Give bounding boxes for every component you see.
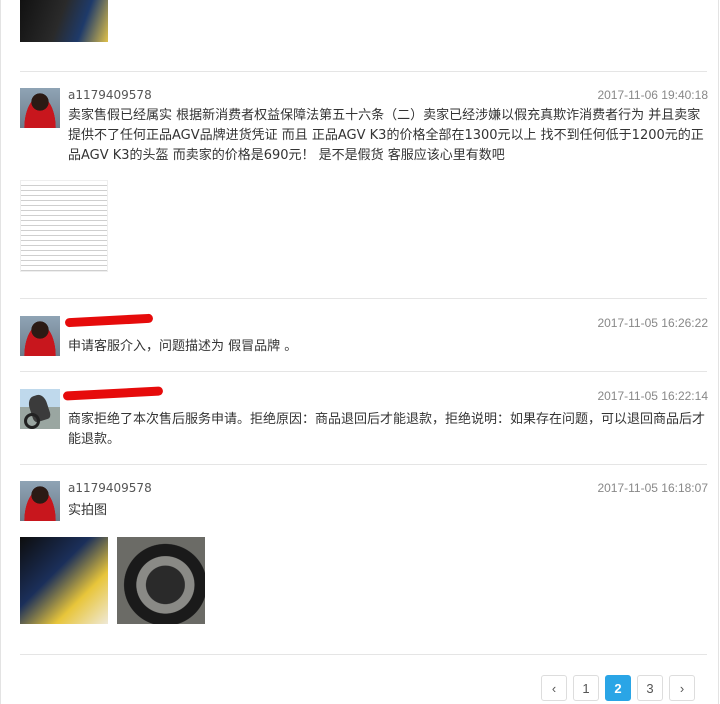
avatar-buyer[interactable] xyxy=(20,316,60,356)
attachment-image-previous[interactable] xyxy=(20,0,108,42)
divider xyxy=(20,371,707,372)
next-page-button[interactable]: › xyxy=(669,675,695,701)
page-1-button[interactable]: 1 xyxy=(573,675,599,701)
attachment-photo-helmet-interior[interactable] xyxy=(117,537,205,624)
username: a1179409578 xyxy=(68,481,152,495)
divider xyxy=(20,464,707,465)
avatar-buyer[interactable] xyxy=(20,88,60,128)
timestamp: 2017-11-05 16:26:22 xyxy=(597,316,708,330)
page-3-button[interactable]: 3 xyxy=(637,675,663,701)
username: a1179409578 xyxy=(68,88,152,102)
divider xyxy=(20,71,707,72)
divider xyxy=(20,298,707,299)
timestamp: 2017-11-06 19:40:18 xyxy=(597,88,708,102)
message-text: 卖家售假已经属实 根据新消费者权益保障法第五十六条（二）卖家已经涉嫌以假充真欺诈… xyxy=(68,108,704,163)
timestamp: 2017-11-05 16:22:14 xyxy=(597,389,708,403)
pagination: ‹ 1 2 3 › xyxy=(541,675,695,703)
divider xyxy=(20,654,707,655)
message-text: 申请客服介入，问题描述为 假冒品牌 。 xyxy=(68,339,298,354)
timestamp: 2017-11-05 16:18:07 xyxy=(597,481,708,495)
attachment-document-image[interactable] xyxy=(20,180,108,272)
page-2-button[interactable]: 2 xyxy=(605,675,631,701)
prev-page-button[interactable]: ‹ xyxy=(541,675,567,701)
avatar-buyer[interactable] xyxy=(20,481,60,521)
message-text: 实拍图 xyxy=(68,503,108,518)
avatar-seller[interactable] xyxy=(20,389,60,429)
message-text: 商家拒绝了本次售后服务申请。拒绝原因：商品退回后才能退款，拒绝说明：如果存在问题… xyxy=(68,412,706,447)
attachment-photo-helmet[interactable] xyxy=(20,537,108,624)
